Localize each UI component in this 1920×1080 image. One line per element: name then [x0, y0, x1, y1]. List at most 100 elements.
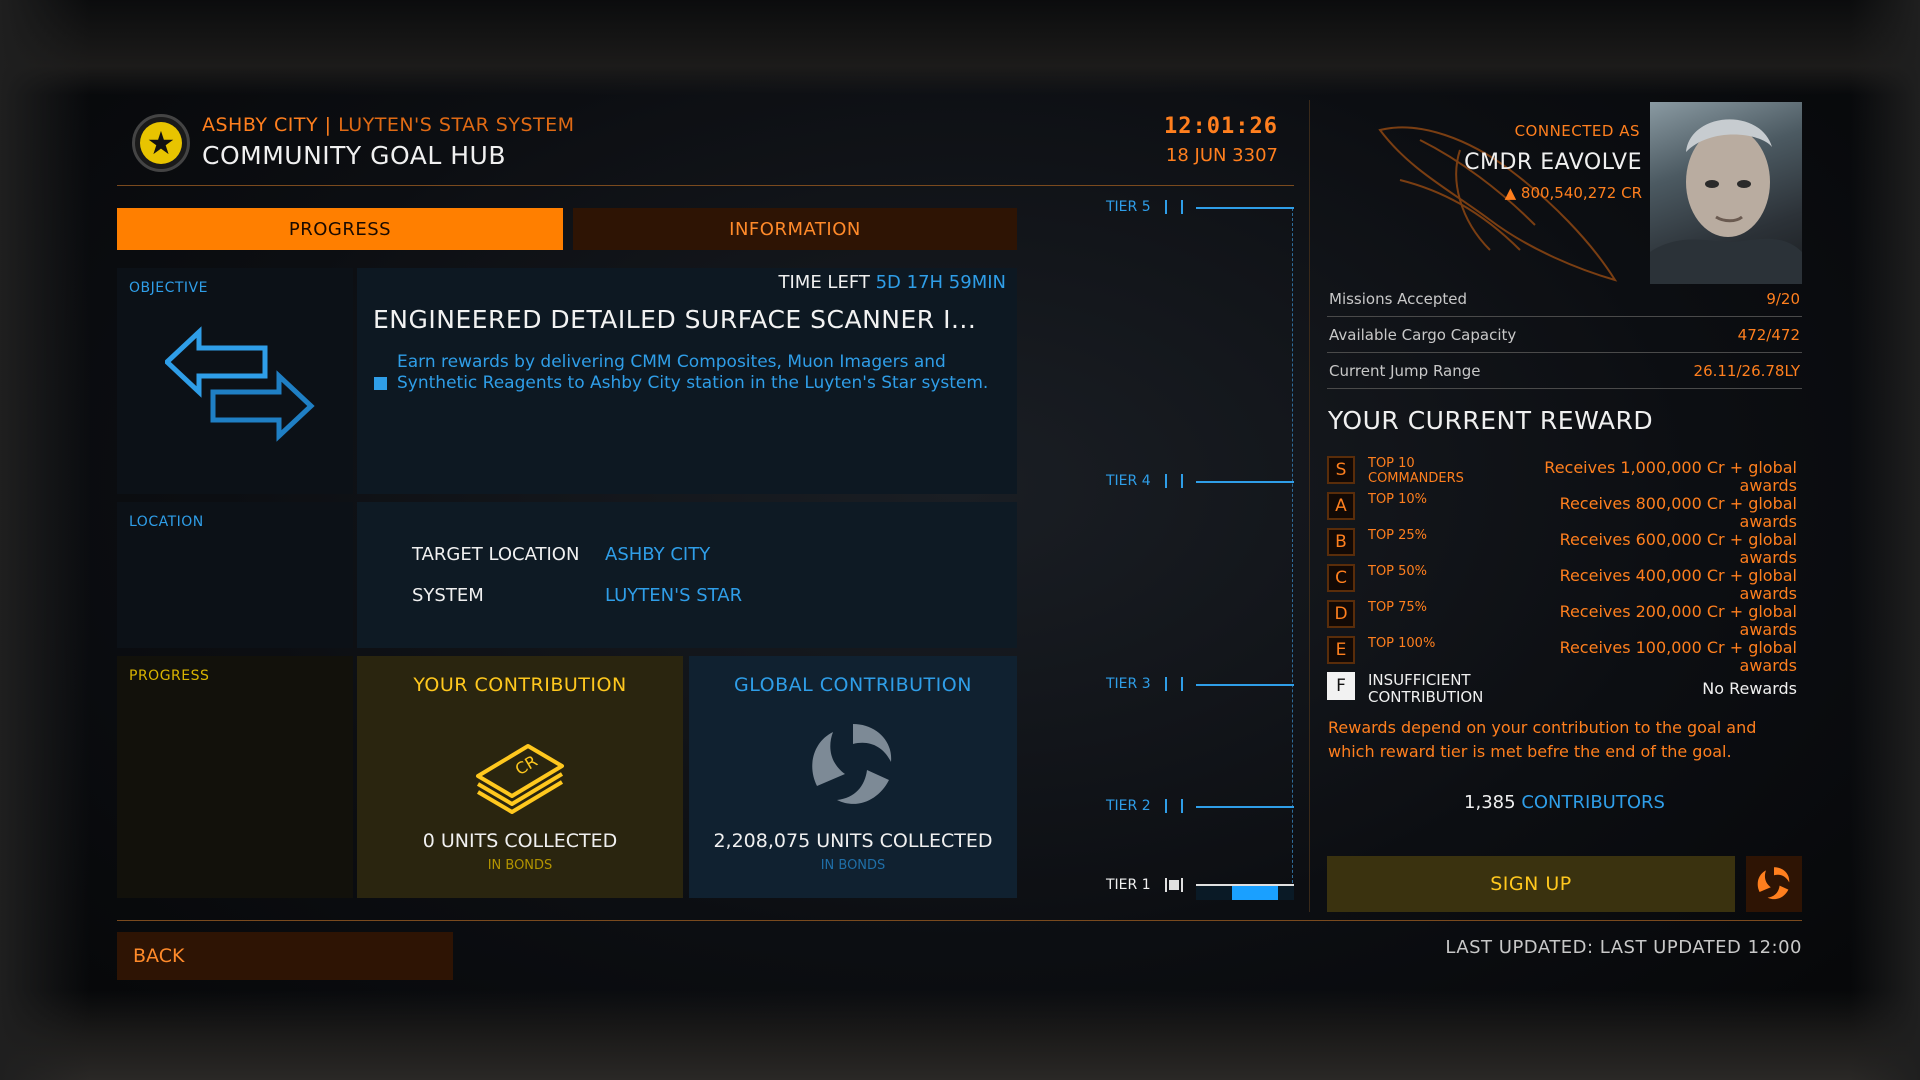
reward-tier-badge: S [1327, 456, 1355, 484]
tier-4-marker [1165, 474, 1183, 488]
tier-1-current-dot [1169, 880, 1179, 890]
station-name: ASHBY CITY [202, 114, 319, 136]
location-panel: TARGET LOCATION ASHBY CITY SYSTEM LUYTEN… [357, 502, 1017, 648]
star-emblem-icon: ★ [132, 114, 190, 172]
reward-tier-name: TOP 50% [1368, 564, 1428, 579]
global-contribution-title: GLOBAL CONTRIBUTION [734, 674, 972, 696]
your-contribution-sub: IN BONDS [487, 858, 553, 873]
reward-heading: YOUR CURRENT REWARD [1328, 406, 1654, 435]
reward-tier-name: TOP 10 COMMANDERS [1368, 456, 1464, 486]
system-key: SYSTEM [412, 585, 484, 606]
avatar [1650, 102, 1802, 284]
reward-tier-name: TOP 75% [1368, 600, 1428, 615]
reward-tier-name: TOP 100% [1368, 636, 1436, 651]
time-left: TIME LEFT 5D 17H 59MIN [680, 272, 1006, 293]
reward-tier-row: E TOP 100% Receives 100,000 Cr + global … [1327, 634, 1797, 675]
global-contribution-card: GLOBAL CONTRIBUTION 2,208,075 UNITS COLL… [689, 656, 1017, 898]
station-system-line: ASHBY CITY | LUYTEN'S STAR SYSTEM [202, 114, 575, 136]
stat-missions-accepted: Missions Accepted 9/20 [1327, 282, 1802, 317]
bullet-icon [374, 377, 387, 390]
stat-cargo-capacity: Available Cargo Capacity 472/472 [1327, 318, 1802, 353]
reward-tier-name: INSUFFICIENT CONTRIBUTION [1368, 671, 1484, 706]
contributors-link[interactable]: CONTRIBUTORS [1521, 792, 1665, 813]
reward-tier-badge: C [1327, 564, 1355, 592]
contributors-line: 1,385 CONTRIBUTORS [1327, 792, 1802, 813]
reward-note: Rewards depend on your contribution to t… [1328, 718, 1757, 761]
reward-tier-badge: B [1327, 528, 1355, 556]
progress-side-panel: PROGRESS [117, 656, 353, 898]
clock: 12:01:26 [1164, 114, 1278, 139]
header-separator: | [324, 114, 332, 136]
reward-tier-row: B TOP 25% Receives 600,000 Cr + global a… [1327, 526, 1797, 567]
reward-tier-name: TOP 25% [1368, 528, 1428, 543]
swirl-logo-icon [1757, 867, 1790, 900]
progress-label: PROGRESS [129, 668, 210, 684]
system-value[interactable]: LUYTEN'S STAR [605, 585, 742, 606]
reward-tier-row-current: F INSUFFICIENT CONTRIBUTION No Rewards [1327, 670, 1797, 706]
commander-name: CMDR EAVOLVE [1464, 150, 1642, 175]
avatar-portrait-icon [1650, 119, 1802, 284]
commander-credits: ▲ 800,540,272 CR [1420, 184, 1642, 202]
page-title: COMMUNITY GOAL HUB [202, 141, 506, 170]
exchange-arrows-icon [165, 326, 315, 442]
tab-information[interactable]: INFORMATION [573, 208, 1017, 250]
system-name: LUYTEN'S STAR SYSTEM [338, 114, 575, 136]
tier-2-line [1196, 806, 1294, 808]
stat-value: 26.11/26.78LY [1693, 362, 1800, 380]
reward-tier-row: D TOP 75% Receives 200,000 Cr + global a… [1327, 598, 1797, 639]
your-contribution-count: 0 UNITS COLLECTED [422, 830, 618, 852]
global-contribution-sub: IN BONDS [820, 858, 886, 873]
reward-tier-row: C TOP 50% Receives 400,000 Cr + global a… [1327, 562, 1797, 603]
time-left-value: 5D 17H 59MIN [875, 272, 1006, 293]
credits-value: 800,540,272 CR [1520, 184, 1642, 202]
stat-label: Available Cargo Capacity [1329, 326, 1517, 344]
reward-tier-badge: F [1327, 672, 1355, 700]
tier-5-line [1196, 207, 1294, 209]
cockpit-frame-bottom [0, 990, 1920, 1080]
cockpit-frame-left [0, 0, 90, 1080]
header-divider [117, 185, 1294, 186]
faction-swirl-button[interactable] [1746, 856, 1802, 912]
stat-label: Missions Accepted [1329, 290, 1468, 308]
stat-label: Current Jump Range [1329, 362, 1481, 380]
connected-as-label: CONNECTED AS [1514, 122, 1640, 140]
reward-tier-name: TOP 10% [1368, 492, 1428, 507]
target-location-value[interactable]: ASHBY CITY [605, 544, 710, 565]
time-left-label: TIME LEFT [778, 272, 870, 293]
tier-2-marker [1165, 799, 1183, 813]
last-updated: LAST UPDATED: LAST UPDATED 12:00 [1445, 937, 1802, 958]
tier-3-marker [1165, 677, 1183, 691]
cockpit-frame-right [1850, 0, 1920, 1080]
reward-tier-badge: A [1327, 492, 1355, 520]
goal-title: ENGINEERED DETAILED SURFACE SCANNER I... [373, 305, 977, 334]
tier-track [1292, 208, 1294, 898]
your-contribution-card: YOUR CONTRIBUTION CR 0 UNITS COLLECTED I… [357, 656, 683, 898]
goal-description: Earn rewards by delivering CMM Composite… [397, 352, 989, 393]
location-label: LOCATION [129, 514, 204, 530]
global-contribution-count: 2,208,075 UNITS COLLECTED [713, 830, 993, 852]
reward-tier-row: A TOP 10% Receives 800,000 Cr + global a… [1327, 490, 1797, 531]
objective-label: OBJECTIVE [129, 280, 208, 296]
reward-tier-row: S TOP 10 COMMANDERS Receives 1,000,000 C… [1327, 454, 1797, 495]
reward-tier-badge: E [1327, 636, 1355, 664]
cockpit-frame-top [0, 0, 1920, 95]
credit-bonds-icon: CR [476, 744, 564, 814]
stat-jump-range: Current Jump Range 26.11/26.78LY [1327, 354, 1802, 389]
target-location-key: TARGET LOCATION [412, 544, 580, 565]
tier-5-marker [1165, 200, 1183, 214]
tier-3-line [1196, 684, 1294, 686]
back-button[interactable]: BACK [117, 932, 453, 980]
tab-progress[interactable]: PROGRESS [117, 208, 563, 250]
objective-side-panel: OBJECTIVE [117, 268, 353, 494]
sign-up-button[interactable]: SIGN UP [1327, 856, 1735, 912]
your-contribution-title: YOUR CONTRIBUTION [413, 674, 627, 696]
tier-4-line [1196, 481, 1294, 483]
location-side-panel: LOCATION [117, 502, 353, 648]
reward-tier-reward: No Rewards [1702, 679, 1797, 698]
column-divider [1309, 100, 1310, 912]
stat-value: 9/20 [1766, 290, 1800, 308]
date: 18 JUN 3307 [1165, 145, 1278, 166]
footer-divider [117, 920, 1802, 921]
reward-tier-badge: D [1327, 600, 1355, 628]
tier-1-progress-fill [1232, 886, 1278, 900]
